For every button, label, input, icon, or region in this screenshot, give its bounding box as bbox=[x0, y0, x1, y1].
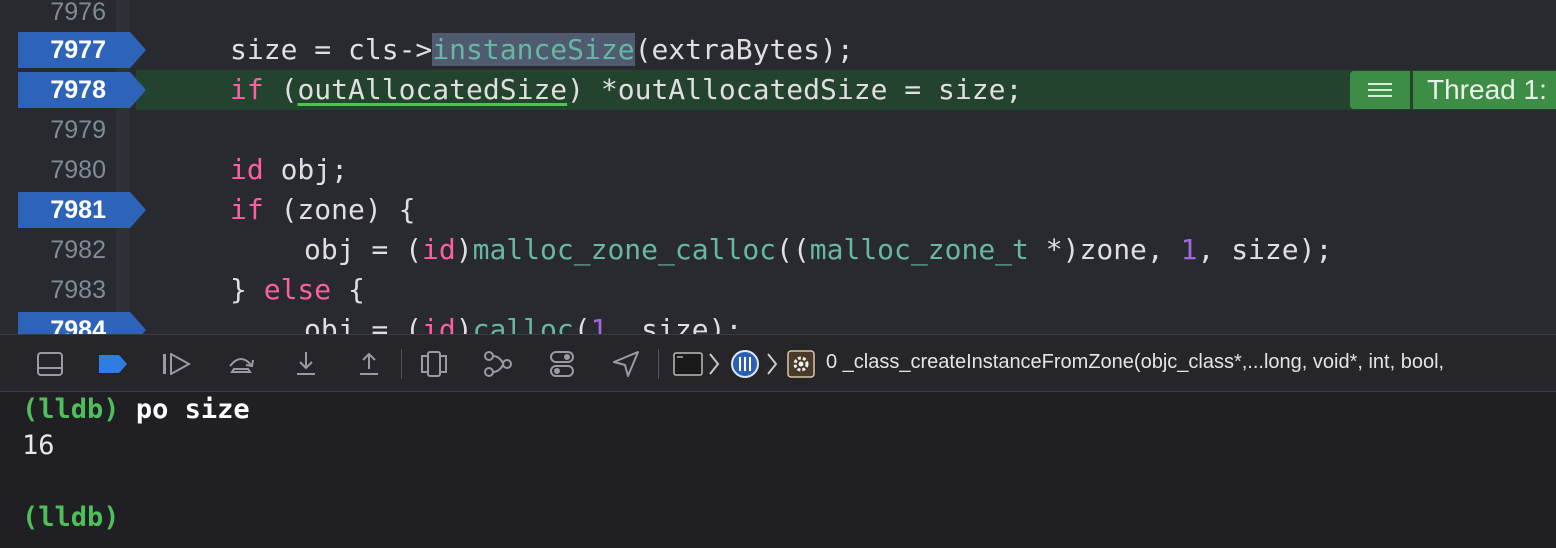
toolbar-divider bbox=[401, 349, 402, 379]
code-text[interactable]: obj = (id)malloc_zone_calloc((malloc_zon… bbox=[304, 230, 1332, 270]
code-text[interactable]: id obj; bbox=[230, 150, 348, 190]
step-over-icon[interactable] bbox=[225, 348, 257, 380]
code-text[interactable]: } else { bbox=[230, 270, 365, 310]
code-text[interactable]: if (outAllocatedSize) *outAllocatedSize … bbox=[230, 70, 1022, 110]
stack-frame-gear-icon[interactable] bbox=[785, 348, 817, 380]
line-number: 7977 bbox=[50, 36, 106, 64]
code-text[interactable]: size = cls->instanceSize(extraBytes); bbox=[230, 30, 854, 70]
console-command: po size bbox=[135, 394, 250, 425]
line-number: 7979 bbox=[50, 116, 106, 144]
debug-toolbar: 0 _class_createInstanceFromZone(objc_cla… bbox=[0, 334, 1556, 392]
thread-icon[interactable] bbox=[729, 348, 761, 380]
source-editor[interactable]: 7976 7977 size = cls->instanceSize(extra… bbox=[0, 0, 1556, 334]
memory-graph-icon[interactable] bbox=[482, 348, 514, 380]
line-number: 7978 bbox=[50, 76, 106, 104]
line-number: 7983 bbox=[50, 276, 106, 304]
code-line-current: 7978 if (outAllocatedSize) *outAllocated… bbox=[0, 70, 1556, 110]
console-line[interactable]: (lldb) bbox=[22, 502, 120, 533]
continue-icon[interactable] bbox=[160, 348, 192, 380]
simulate-location-icon[interactable] bbox=[610, 348, 642, 380]
code-line: 7984 obj = (id)calloc(1, size); bbox=[0, 310, 1556, 334]
console-prompt: (lldb) bbox=[22, 502, 120, 533]
stack-frame-label[interactable]: 0 _class_createInstanceFromZone(objc_cla… bbox=[826, 351, 1444, 374]
console-prompt: (lldb) bbox=[22, 394, 120, 425]
thread-indicator[interactable]: Thread 1: bbox=[1350, 71, 1556, 109]
environment-overrides-icon[interactable] bbox=[546, 348, 578, 380]
code-line: 7977 size = cls->instanceSize(extraBytes… bbox=[0, 30, 1556, 70]
thread-label[interactable]: Thread 1: bbox=[1413, 71, 1556, 109]
code-line: 7983 } else { bbox=[0, 270, 1556, 310]
step-into-icon[interactable] bbox=[290, 348, 322, 380]
code-text[interactable]: if (zone) { bbox=[230, 190, 415, 230]
view-hierarchy-icon[interactable] bbox=[418, 348, 450, 380]
code-line: 7976 bbox=[0, 0, 1556, 32]
line-number: 7984 bbox=[50, 316, 106, 334]
toolbar-divider bbox=[658, 349, 659, 379]
code-line: 7979 bbox=[0, 110, 1556, 150]
line-number: 7982 bbox=[50, 236, 106, 264]
code-text[interactable]: obj = (id)calloc(1, size); bbox=[304, 310, 742, 334]
hide-debug-area-icon[interactable] bbox=[34, 348, 66, 380]
code-line: 7981 if (zone) { bbox=[0, 190, 1556, 230]
hamburger-icon[interactable] bbox=[1350, 71, 1410, 109]
breakpoints-toggle-icon[interactable] bbox=[97, 348, 129, 380]
step-out-icon[interactable] bbox=[353, 348, 385, 380]
app-target-icon[interactable] bbox=[672, 348, 704, 380]
console-line: (lldb) po size bbox=[22, 394, 250, 425]
line-number: 7981 bbox=[50, 196, 106, 224]
code-line: 7982 obj = (id)malloc_zone_calloc((mallo… bbox=[0, 230, 1556, 270]
line-number: 7976 bbox=[50, 0, 106, 26]
lldb-console[interactable]: (lldb) po size 16 (lldb) bbox=[0, 392, 1556, 548]
code-line: 7980 id obj; bbox=[0, 150, 1556, 190]
chevron-right-icon bbox=[706, 348, 722, 380]
line-number: 7980 bbox=[50, 156, 106, 184]
chevron-right-icon bbox=[764, 348, 780, 380]
console-output: 16 bbox=[22, 430, 55, 461]
